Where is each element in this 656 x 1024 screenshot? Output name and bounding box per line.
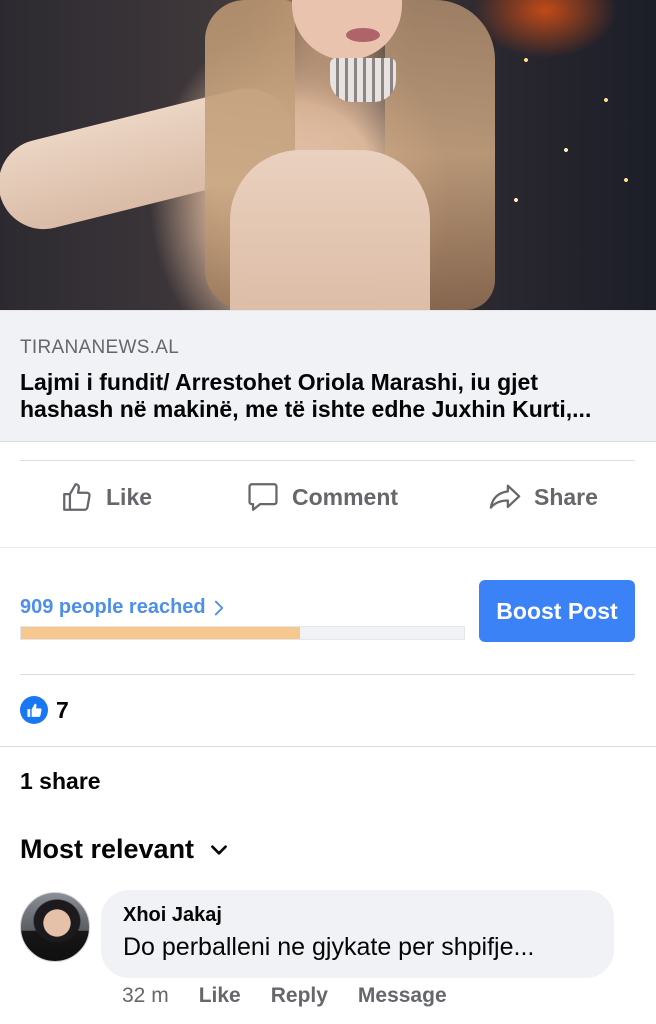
- comment-meta: 32 m Like Reply Message: [122, 984, 447, 1008]
- like-label: Like: [106, 483, 153, 510]
- link-title: Lajmi i fundit/ Arrestohet Oriola Marash…: [20, 369, 592, 422]
- divider: [0, 746, 656, 747]
- link-domain: TIRANANEWS.AL: [20, 337, 180, 358]
- thumbs-up-icon: [20, 696, 48, 724]
- reach-progress-bar: [20, 626, 465, 640]
- chevron-right-icon: [214, 600, 223, 615]
- reaction-count: 7: [56, 696, 69, 723]
- divider: [20, 674, 635, 675]
- post-insights: 909 people reached Boost Post: [0, 578, 656, 648]
- comment-sort-dropdown[interactable]: Most relevant: [20, 834, 230, 865]
- boost-post-button[interactable]: Boost Post: [479, 580, 635, 642]
- thumbs-up-outline-icon: [63, 483, 91, 511]
- shares-count[interactable]: 1 share: [20, 768, 101, 795]
- post-image[interactable]: [0, 0, 656, 310]
- like-button[interactable]: Like: [60, 478, 152, 516]
- comment-timestamp: 32 m: [122, 984, 169, 1007]
- image-choker: [330, 58, 396, 102]
- chevron-down-icon: [211, 844, 227, 855]
- sort-label: Most relevant: [20, 834, 195, 864]
- divider: [20, 460, 635, 461]
- reach-label: 909 people reached: [20, 596, 206, 618]
- comment-like-button[interactable]: Like: [199, 984, 241, 1008]
- post-action-bar: Like Comment Share: [0, 462, 656, 532]
- reactions-summary[interactable]: 7: [20, 696, 69, 724]
- comment-button[interactable]: Comment: [246, 478, 398, 516]
- divider: [0, 547, 656, 548]
- link-preview-card[interactable]: TIRANANEWS.AL Lajmi i fundit/ Arrestohet…: [0, 310, 656, 442]
- avatar[interactable]: [20, 892, 90, 962]
- image-lips: [346, 28, 380, 42]
- thumbs-up-glyph: [26, 703, 42, 717]
- share-label: Share: [534, 483, 598, 510]
- city-lights-background: [486, 0, 656, 230]
- comment-author[interactable]: Xhoi Jakaj: [123, 904, 592, 927]
- comment-bubble[interactable]: Xhoi Jakaj Do perballeni ne gjykate per …: [101, 890, 614, 978]
- comment-label: Comment: [292, 483, 399, 510]
- comment-message-button[interactable]: Message: [358, 984, 447, 1008]
- image-torso: [230, 150, 430, 310]
- reach-progress-fill: [21, 627, 301, 639]
- comment-item: Xhoi Jakaj Do perballeni ne gjykate per …: [20, 890, 640, 1020]
- share-button[interactable]: Share: [488, 478, 598, 516]
- share-arrow-icon: [489, 484, 521, 509]
- people-reached-link[interactable]: 909 people reached: [20, 596, 224, 619]
- comment-bubble-icon: [248, 483, 278, 511]
- comment-text: Do perballeni ne gjykate per shpifje...: [123, 933, 535, 961]
- comment-reply-button[interactable]: Reply: [271, 984, 328, 1008]
